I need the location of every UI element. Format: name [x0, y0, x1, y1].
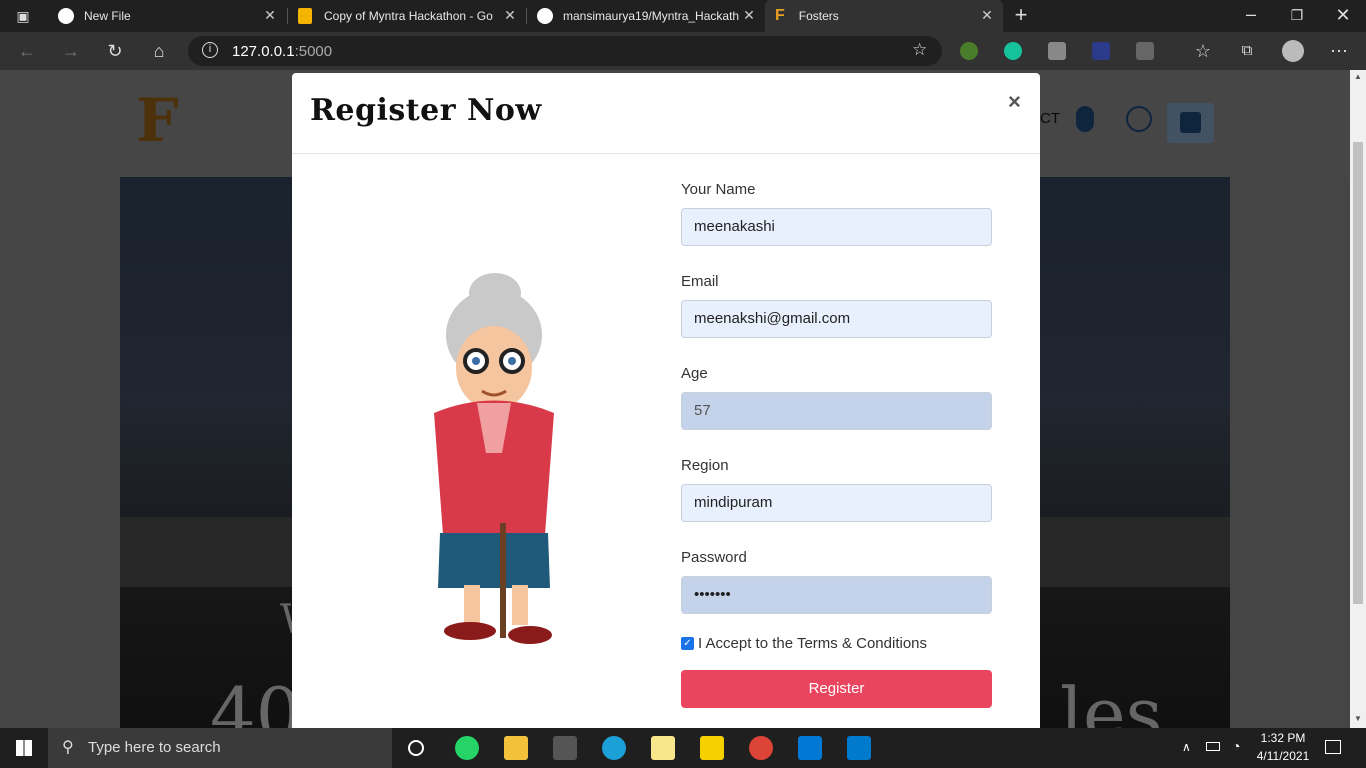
- tab-title: Copy of Myntra Hackathon - Go: [324, 9, 493, 23]
- mail-icon[interactable]: [798, 736, 822, 760]
- taskbar-search[interactable]: ⚲ Type here to search: [48, 728, 392, 768]
- restore-icon[interactable]: ❐: [1286, 4, 1308, 26]
- chrome-icon[interactable]: [749, 736, 773, 760]
- close-icon[interactable]: ✕: [502, 7, 518, 23]
- scrollbar-thumb[interactable]: [1353, 142, 1363, 604]
- tab-actions-icon[interactable]: ▣: [12, 5, 34, 27]
- whatsapp-icon[interactable]: [455, 736, 479, 760]
- edge-icon[interactable]: [602, 736, 626, 760]
- close-icon[interactable]: ×: [1008, 89, 1021, 115]
- region-label: Region: [681, 457, 729, 474]
- profile-avatar[interactable]: [1282, 40, 1304, 62]
- tab-title: New File: [84, 9, 131, 23]
- tab-fosters[interactable]: F Fosters ✕: [765, 0, 1003, 32]
- extension-icon[interactable]: [1092, 42, 1110, 60]
- terms-checkbox[interactable]: ✓: [681, 637, 694, 650]
- close-icon[interactable]: ✕: [979, 7, 995, 23]
- notifications-icon[interactable]: [1325, 740, 1341, 754]
- email-field[interactable]: meenakshi@gmail.com: [681, 300, 992, 338]
- github-icon: [537, 8, 553, 24]
- close-icon[interactable]: ✕: [262, 7, 278, 23]
- forward-icon[interactable]: →: [60, 40, 82, 62]
- info-icon[interactable]: i: [202, 42, 218, 58]
- web-page: F CT 40 W les Register Now ×: [0, 70, 1350, 728]
- url-host: 127.0.0.1: [232, 43, 295, 60]
- name-label: Your Name: [681, 181, 756, 198]
- fosters-icon: F: [775, 7, 785, 24]
- clock[interactable]: 1:32 PM 4/11/2021: [1252, 731, 1314, 763]
- cortana-icon[interactable]: [408, 740, 424, 756]
- tray-chevron-icon[interactable]: ∧: [1182, 740, 1191, 754]
- name-field[interactable]: meenakashi: [681, 208, 992, 246]
- search-icon: ⚲: [62, 739, 74, 756]
- collections-icon[interactable]: ⧉: [1236, 40, 1258, 62]
- extension-icon[interactable]: [1048, 42, 1066, 60]
- windows-start-icon[interactable]: [16, 740, 32, 756]
- tab-title: Fosters: [798, 9, 839, 23]
- close-window-icon[interactable]: ✕: [1332, 4, 1354, 26]
- url-port: :5000: [294, 43, 333, 60]
- modal-header: Register Now ×: [292, 73, 1040, 154]
- page-scrollbar[interactable]: ▲ ▼: [1350, 70, 1366, 728]
- close-icon[interactable]: ✕: [741, 7, 757, 23]
- home-icon[interactable]: ⌂: [148, 40, 170, 62]
- tab-bar: ▣ New File ✕ Copy of Myntra Hackathon - …: [0, 0, 1366, 32]
- favorites-icon[interactable]: ☆: [1192, 40, 1214, 62]
- new-tab-icon[interactable]: +: [1010, 4, 1032, 26]
- more-icon[interactable]: ⋯: [1328, 40, 1350, 62]
- back-icon[interactable]: ←: [16, 40, 38, 62]
- scroll-down-icon[interactable]: ▼: [1354, 714, 1362, 723]
- slides-icon: [298, 8, 312, 24]
- tab-github[interactable]: mansimaurya19/Myntra_Hackath ✕: [527, 0, 765, 32]
- extension-icon[interactable]: [960, 42, 978, 60]
- age-field[interactable]: 57: [681, 392, 992, 430]
- terms-checkbox-row[interactable]: ✓ I Accept to the Terms & Conditions: [681, 635, 927, 652]
- email-label: Email: [681, 273, 719, 290]
- clock-date: 4/11/2021: [1256, 749, 1310, 763]
- age-label: Age: [681, 365, 708, 382]
- region-field[interactable]: mindipuram: [681, 484, 992, 522]
- grammarly-icon[interactable]: [1004, 42, 1022, 60]
- search-placeholder: Type here to search: [88, 739, 221, 756]
- register-modal: Register Now × Your Name meenakashi Emai…: [292, 73, 1040, 728]
- wifi-icon[interactable]: ◔: [1232, 738, 1240, 754]
- grandmother-illustration: [434, 273, 554, 644]
- sticky-notes-yellow-icon[interactable]: [700, 736, 724, 760]
- minimize-icon[interactable]: –: [1240, 3, 1262, 25]
- tab-title: mansimaurya19/Myntra_Hackath: [563, 9, 740, 23]
- file-explorer-icon[interactable]: [504, 736, 528, 760]
- terms-label: I Accept to the Terms & Conditions: [698, 635, 928, 652]
- scroll-up-icon[interactable]: ▲: [1354, 72, 1362, 81]
- modal-title: Register Now: [310, 93, 542, 128]
- store-icon[interactable]: [553, 736, 577, 760]
- favorite-add-icon[interactable]: ☆: [912, 40, 927, 60]
- password-field[interactable]: •••••••: [681, 576, 992, 614]
- tab-new-file[interactable]: New File ✕: [48, 0, 286, 32]
- sticky-notes-icon[interactable]: [651, 736, 675, 760]
- url-input[interactable]: i 127.0.0.1:5000 ☆: [188, 36, 942, 66]
- tab-slides[interactable]: Copy of Myntra Hackathon - Go ✕: [288, 0, 526, 32]
- refresh-icon[interactable]: ↻: [104, 40, 126, 62]
- password-label: Password: [681, 549, 747, 566]
- address-bar: ← → ↻ ⌂ i 127.0.0.1:5000 ☆ ☆ ⧉ ⋯: [0, 32, 1366, 70]
- url-text: 127.0.0.1:5000: [232, 43, 332, 60]
- extension-icon[interactable]: [1136, 42, 1154, 60]
- clock-time: 1:32 PM: [1260, 731, 1306, 745]
- github-icon: [58, 8, 74, 24]
- battery-icon[interactable]: [1206, 742, 1220, 751]
- vscode-icon[interactable]: [847, 736, 871, 760]
- taskbar: ⚲ Type here to search ∧ ◔ 1:32 PM 4/11/2…: [0, 728, 1366, 768]
- register-button[interactable]: Register: [681, 670, 992, 708]
